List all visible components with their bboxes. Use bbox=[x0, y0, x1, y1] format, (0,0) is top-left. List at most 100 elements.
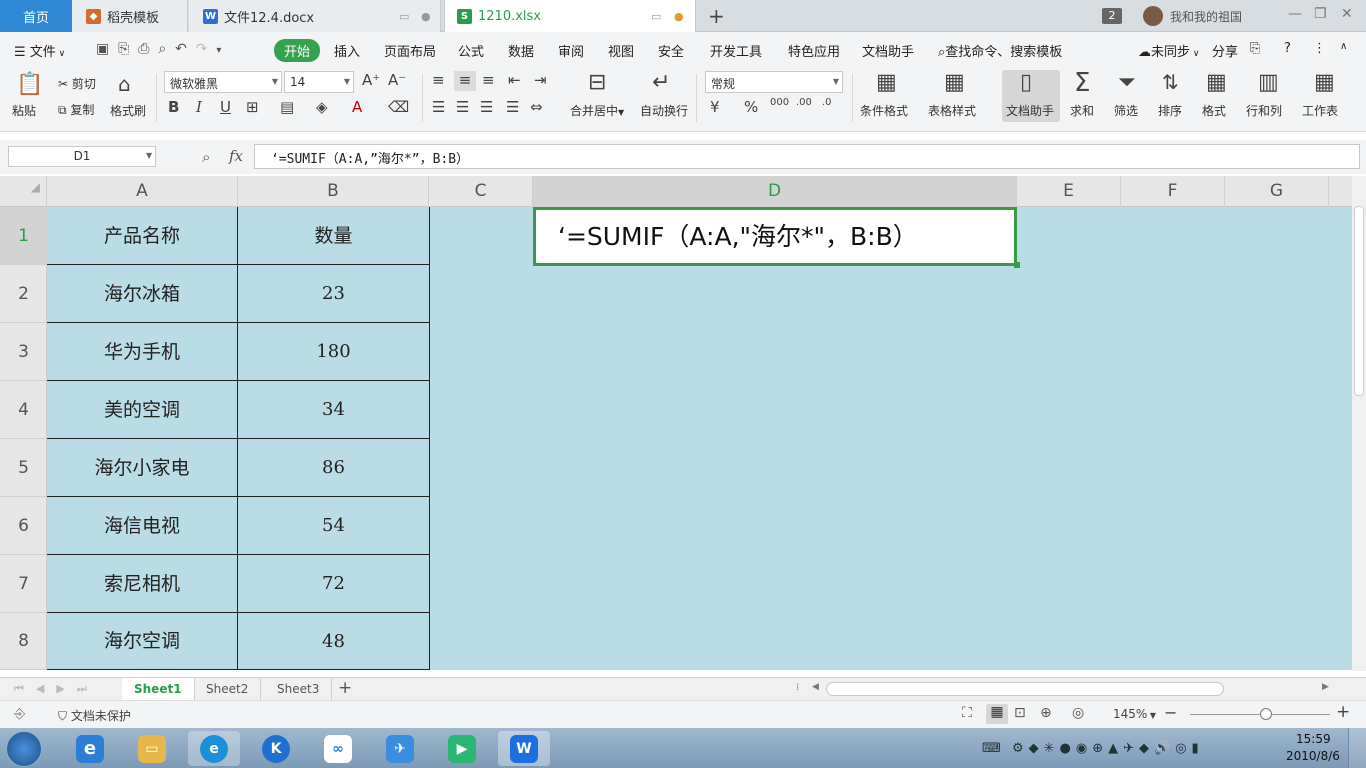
sum-icon[interactable]: Σ bbox=[1074, 70, 1090, 96]
tab-review[interactable]: 审阅 bbox=[558, 41, 584, 60]
align-right-icon[interactable]: ☰ bbox=[480, 100, 493, 115]
taskbar-k[interactable]: K bbox=[250, 731, 302, 766]
name-box-arrow-icon[interactable]: ▼ bbox=[146, 151, 152, 160]
cell-d1-selected[interactable]: ‘=SUMIF（A:A,"海尔*"，B:B） bbox=[533, 207, 1017, 266]
wrap-text-button[interactable]: 自动换行 bbox=[640, 102, 688, 119]
row-header-6[interactable]: 6 bbox=[0, 497, 47, 555]
select-all-corner[interactable]: ◢ bbox=[0, 176, 47, 207]
font-family-select[interactable]: 微软雅黑 ▼ bbox=[164, 71, 282, 93]
clock-date[interactable]: 2010/8/6 bbox=[1286, 749, 1340, 763]
tab-start[interactable]: 开始 bbox=[274, 39, 321, 62]
page-layout-view-icon[interactable]: ⊕ bbox=[1040, 705, 1052, 721]
align-center-icon[interactable]: ☰ bbox=[456, 100, 469, 115]
format-painter-button[interactable]: 格式刷 bbox=[110, 102, 146, 119]
monitor-icon[interactable]: ▭ bbox=[399, 10, 409, 23]
cell-b4[interactable]: 34 bbox=[238, 381, 430, 439]
outdent-icon[interactable]: ⇤ bbox=[508, 73, 521, 88]
file-menu[interactable]: ☰ 文件 ∨ bbox=[14, 41, 65, 60]
sheet-tab-2[interactable]: Sheet2 bbox=[194, 678, 262, 700]
col-header-g[interactable]: G bbox=[1225, 176, 1329, 207]
filter-icon[interactable]: ⏷ bbox=[1118, 72, 1136, 94]
macro-record-icon[interactable]: ⎆ bbox=[14, 706, 25, 722]
paste-button[interactable]: 粘贴 bbox=[12, 102, 36, 119]
page-break-view-icon[interactable]: ⊡ bbox=[1014, 705, 1026, 721]
clear-format-icon[interactable]: ⌫ bbox=[388, 100, 409, 115]
merge-center-button[interactable]: 合并居中▼ bbox=[570, 102, 624, 119]
format-button[interactable]: 格式 bbox=[1202, 102, 1226, 119]
fill-color-icon[interactable]: ◈ bbox=[316, 100, 328, 115]
bold-button[interactable]: B bbox=[168, 100, 179, 115]
add-sheet-icon[interactable]: + bbox=[338, 678, 352, 698]
start-button[interactable] bbox=[6, 731, 42, 767]
save-icon[interactable]: ▣ bbox=[96, 41, 109, 57]
row-col-icon[interactable]: ▥ bbox=[1258, 72, 1279, 94]
font-color-icon[interactable]: A bbox=[352, 100, 362, 115]
sort-icon[interactable]: ⇅ bbox=[1162, 72, 1179, 92]
tab-features[interactable]: 特色应用 bbox=[788, 41, 840, 60]
tab-page-layout[interactable]: 页面布局 bbox=[384, 41, 436, 60]
close-dot-icon[interactable]: ● bbox=[421, 10, 431, 23]
table-style-button[interactable]: 表格样式 bbox=[928, 102, 976, 119]
doc-helper-button[interactable]: 文档助手 bbox=[1006, 102, 1054, 119]
tab-doc[interactable]: W 文件12.4.docx ▭ ● bbox=[189, 0, 441, 32]
sheet-tab-1[interactable]: Sheet1 bbox=[122, 678, 195, 700]
cell-a8[interactable]: 海尔空调 bbox=[47, 613, 238, 670]
tab-view[interactable]: 视图 bbox=[608, 41, 634, 60]
keyboard-icon[interactable]: ⌨ bbox=[982, 741, 1001, 756]
fill-pattern-icon[interactable]: ▤ bbox=[280, 100, 294, 115]
customize-icon[interactable]: ▾ bbox=[216, 45, 221, 56]
export-pdf-icon[interactable]: ⎘ bbox=[118, 41, 129, 57]
help-button[interactable]: ? bbox=[1284, 41, 1291, 56]
row-header-7[interactable]: 7 bbox=[0, 555, 47, 613]
tray-icons[interactable]: ⚙◆✳●◉⊕▲✈◆🔊◎▮ bbox=[1012, 741, 1204, 756]
col-header-a[interactable]: A bbox=[47, 176, 238, 207]
zoom-slider-thumb[interactable] bbox=[1260, 708, 1272, 720]
command-search[interactable]: ⌕查找命令、搜索模板 bbox=[938, 41, 1062, 60]
row-header-8[interactable]: 8 bbox=[0, 613, 47, 670]
cell-b8[interactable]: 48 bbox=[238, 613, 430, 670]
undo-icon[interactable]: ↶ bbox=[175, 41, 187, 57]
share-button[interactable]: 分享 bbox=[1212, 41, 1238, 60]
decrease-font-icon[interactable]: A⁻ bbox=[388, 73, 406, 88]
align-top-icon[interactable]: ≡ bbox=[432, 73, 445, 88]
format-painter-icon[interactable]: ⌂ bbox=[118, 74, 131, 94]
increase-decimal-icon[interactable]: .00 bbox=[796, 98, 812, 108]
row-header-3[interactable]: 3 bbox=[0, 323, 47, 381]
sheet-tab-3[interactable]: Sheet3 bbox=[265, 678, 333, 700]
col-header-f[interactable]: F bbox=[1121, 176, 1225, 207]
cell-a2[interactable]: 海尔冰箱 bbox=[47, 265, 238, 323]
underline-button[interactable]: U bbox=[220, 100, 231, 115]
redo-icon[interactable]: ↷ bbox=[196, 41, 208, 57]
cell-b7[interactable]: 72 bbox=[238, 555, 430, 613]
cell-a6[interactable]: 海信电视 bbox=[47, 497, 238, 555]
doc-helper-icon[interactable]: ▯ bbox=[1020, 72, 1032, 94]
cell-a7[interactable]: 索尼相机 bbox=[47, 555, 238, 613]
zoom-out-icon[interactable]: − bbox=[1164, 703, 1177, 722]
new-tab-button[interactable]: + bbox=[708, 4, 725, 28]
sum-button[interactable]: 求和 bbox=[1070, 102, 1094, 119]
cell-a4[interactable]: 美的空调 bbox=[47, 381, 238, 439]
sync-button[interactable]: ☁未同步 ∨ bbox=[1138, 41, 1199, 60]
border-icon[interactable]: ⊞ bbox=[246, 100, 259, 115]
align-middle-icon[interactable]: ≡ bbox=[454, 71, 476, 91]
taskbar-browser[interactable]: e bbox=[188, 731, 240, 766]
copy-button[interactable]: ⧉ 复制 bbox=[58, 101, 94, 118]
taskbar-player[interactable]: ▶ bbox=[436, 731, 488, 766]
worksheet-icon[interactable]: ▦ bbox=[1314, 72, 1335, 94]
format-icon[interactable]: ▦ bbox=[1206, 72, 1227, 94]
cell-a1[interactable]: 产品名称 bbox=[47, 207, 238, 265]
horizontal-scroll-thumb[interactable] bbox=[826, 682, 1224, 696]
close-icon[interactable]: ✕ bbox=[1341, 6, 1353, 22]
clock-time[interactable]: 15:59 bbox=[1296, 732, 1331, 746]
vertical-scrollbar[interactable] bbox=[1352, 176, 1366, 671]
worksheet-button[interactable]: 工作表 bbox=[1302, 102, 1338, 119]
avatar[interactable] bbox=[1143, 6, 1163, 26]
restore-icon[interactable]: ❐ bbox=[1314, 6, 1327, 22]
conditional-format-button[interactable]: 条件格式 bbox=[860, 102, 908, 119]
tab-security[interactable]: 安全 bbox=[658, 41, 684, 60]
indent-icon[interactable]: ⇥ bbox=[534, 73, 547, 88]
row-header-5[interactable]: 5 bbox=[0, 439, 47, 497]
cell-b1[interactable]: 数量 bbox=[238, 207, 430, 265]
justify-icon[interactable]: ☰ bbox=[506, 100, 519, 115]
increase-font-icon[interactable]: A⁺ bbox=[362, 73, 380, 88]
